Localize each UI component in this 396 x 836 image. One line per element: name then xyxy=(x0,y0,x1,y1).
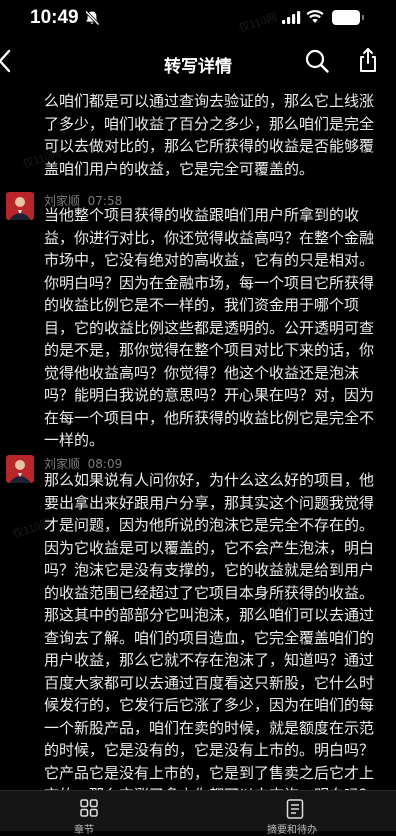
bell-mute-icon xyxy=(84,10,100,26)
wifi-icon xyxy=(306,10,324,23)
signal-icon xyxy=(282,11,301,24)
status-bar: 10:49 xyxy=(0,0,396,38)
share-icon[interactable] xyxy=(356,46,380,74)
transcript-text: 那么如果说有人问你好，为什么这么好的项目，他要出拿出来好跟用户分享，那其实这个问… xyxy=(44,471,375,790)
battery-icon xyxy=(332,10,364,25)
chapters-tab-label[interactable]: 章节 xyxy=(74,821,94,836)
navigation-bar: 转写详情 xyxy=(0,40,396,84)
avatar xyxy=(6,192,34,220)
status-time: 10:49 xyxy=(30,7,79,28)
avatar xyxy=(6,455,34,483)
bottom-toolbar: 章节 摘要和待办 xyxy=(0,790,396,836)
transcript-content[interactable]: 么咱们都是可以通过查询去验证的，那么它上线涨了多少，咱们收益了百分之多少，那么咱… xyxy=(0,84,396,790)
search-icon[interactable] xyxy=(304,48,330,74)
todo-document-icon[interactable] xyxy=(286,799,304,819)
summary-todo-tab-label[interactable]: 摘要和待办 xyxy=(267,821,317,836)
page-title: 转写详情 xyxy=(164,57,232,76)
chapters-grid-icon[interactable] xyxy=(80,799,98,817)
transcript-text: 么咱们都是可以通过查询去验证的，那么它上线涨了多少，咱们收益了百分之多少，那么咱… xyxy=(44,92,375,178)
transcript-text: 当他整个项目获得的收益跟咱们用户所拿到的收益，你进行对比，你还觉得收益高吗？在整… xyxy=(44,206,375,449)
